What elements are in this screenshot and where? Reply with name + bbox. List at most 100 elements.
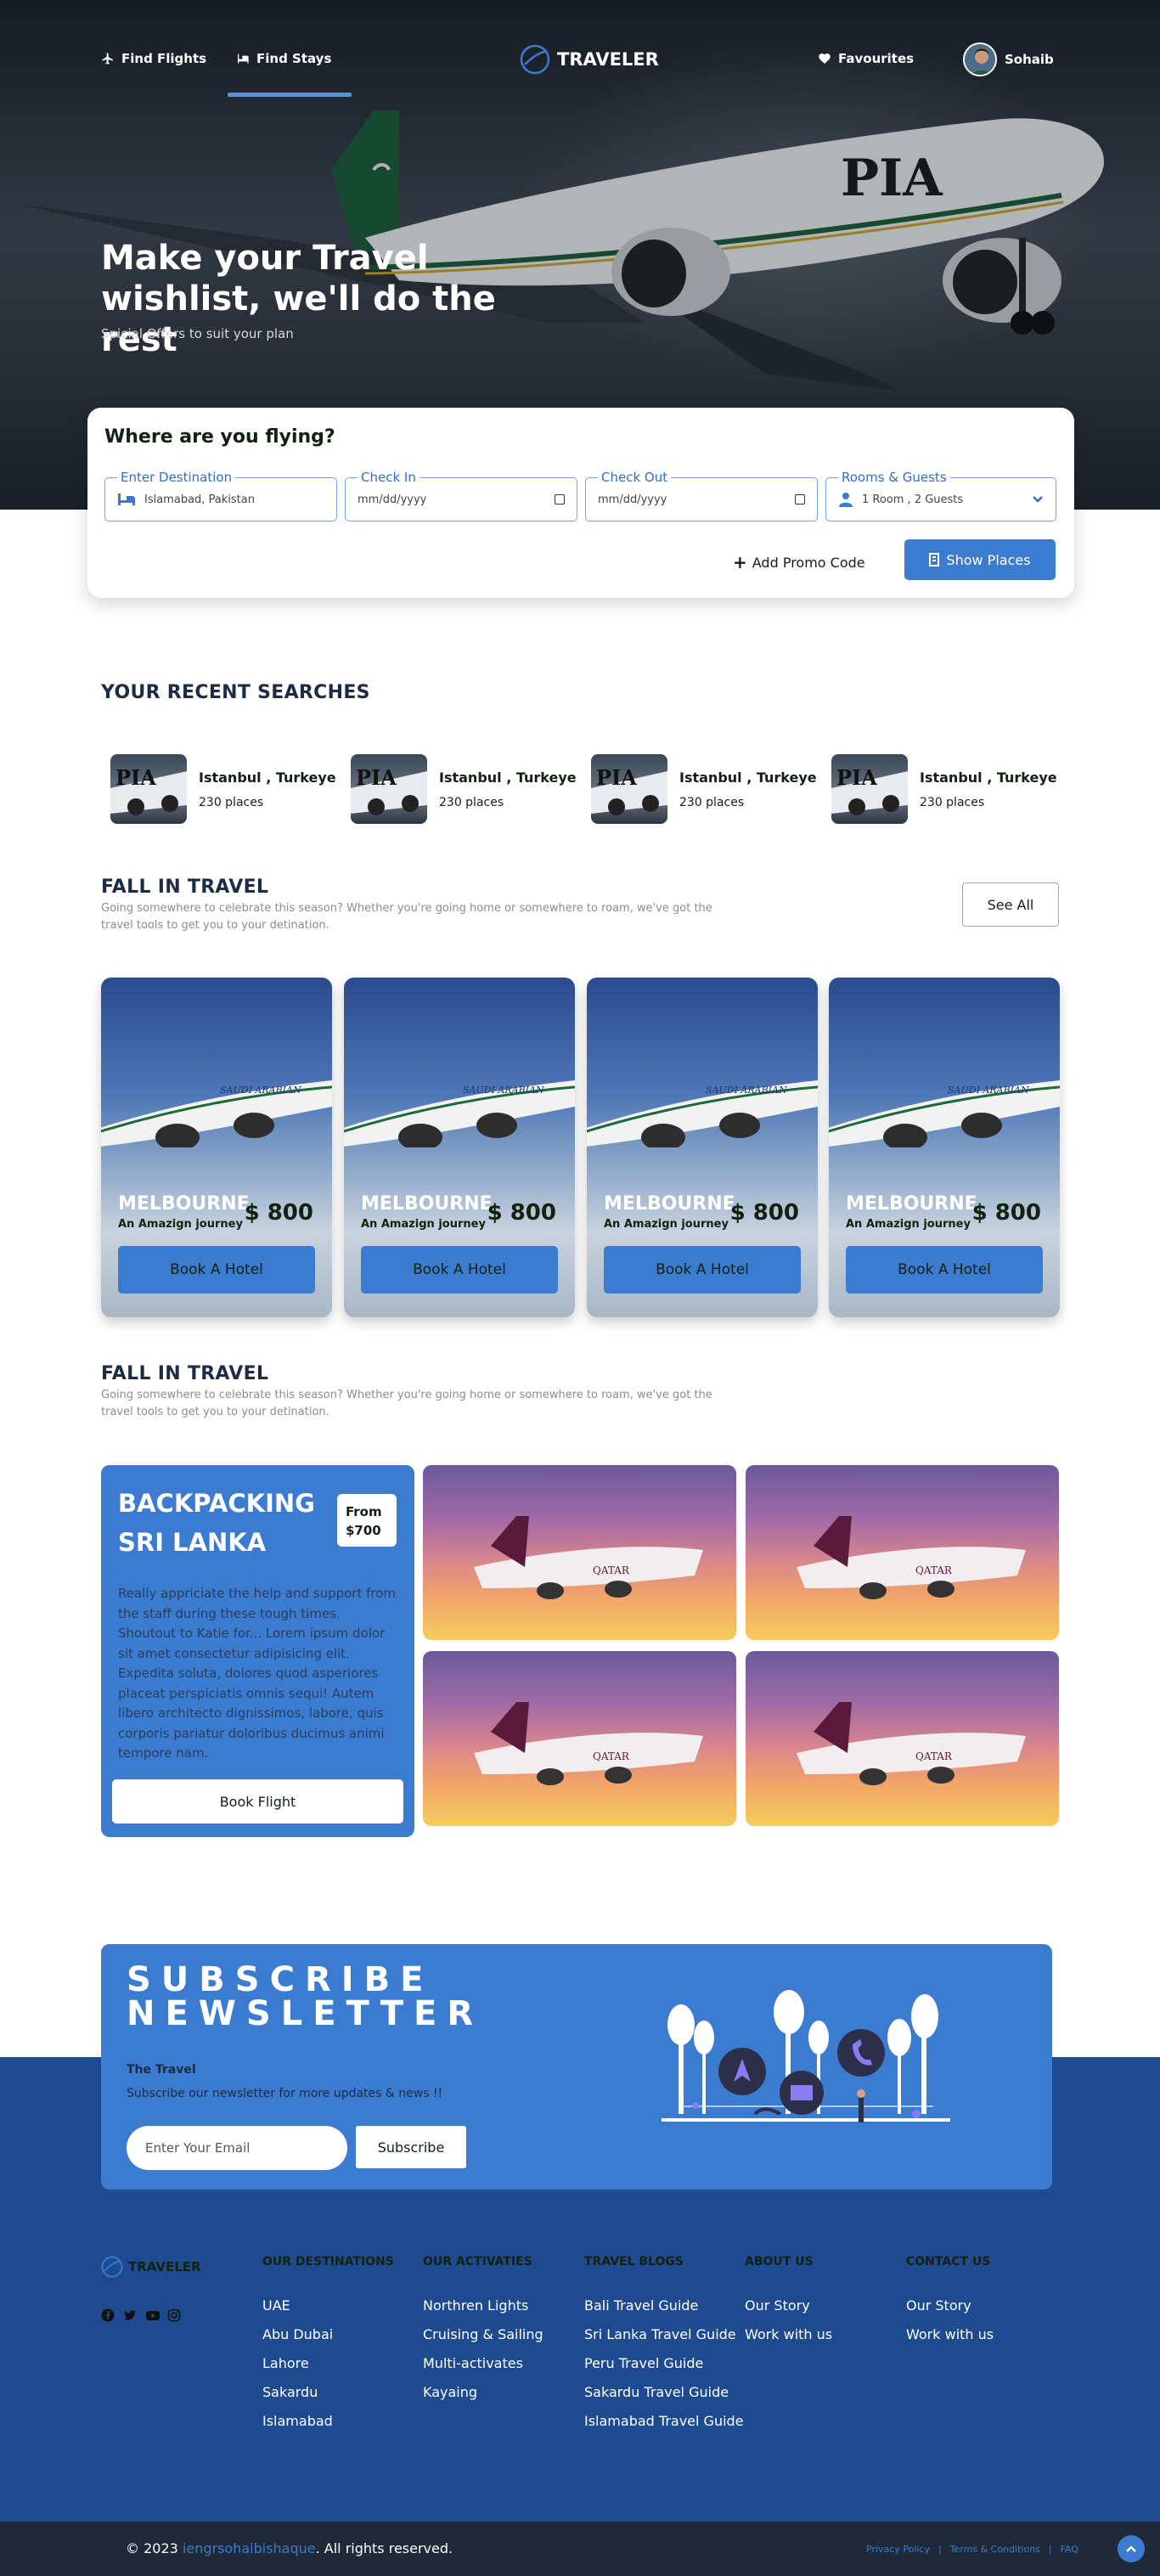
footer-link[interactable]: Peru Travel Guide	[584, 2355, 744, 2371]
price-value: $700	[346, 1523, 381, 1538]
svg-text:PIA: PIA	[356, 765, 397, 790]
gallery-image[interactable]: QATAR	[746, 1651, 1059, 1826]
gallery-image[interactable]: QATAR	[423, 1651, 736, 1826]
footer-link[interactable]: Northren Lights	[423, 2297, 543, 2314]
plane-icon	[102, 53, 113, 65]
destination-city: MELBOURNE	[604, 1193, 735, 1215]
checkout-label: Check Out	[598, 470, 672, 485]
recent-search-item[interactable]: PIA Istanbul , Turkeye 230 places	[110, 754, 336, 824]
add-promo-code-label: Add Promo Code	[752, 554, 865, 571]
destination-subtitle: An Amazign journey	[361, 1218, 486, 1231]
footer-column-activities: OUR ACTIVATIES Northren Lights Cruising …	[423, 2255, 543, 2413]
author-link[interactable]: iengrsohaibishaque	[183, 2540, 316, 2556]
plus-icon: +	[733, 552, 747, 572]
svg-text:SAUDI ARABIAN: SAUDI ARABIAN	[948, 1085, 1029, 1096]
newsletter-email-input[interactable]: Enter Your Email	[127, 2126, 347, 2170]
destination-subtitle: An Amazign journey	[846, 1218, 971, 1231]
brand-logo[interactable]: TRAVELER	[520, 44, 659, 75]
book-hotel-button[interactable]: Book A Hotel	[846, 1246, 1043, 1294]
youtube-icon[interactable]	[145, 2308, 160, 2322]
privacy-policy-link[interactable]: Privacy Policy	[866, 2544, 930, 2555]
qatar-plane-photo: QATAR	[797, 1516, 1026, 1599]
bottom-bar: © 2023 iengrsohaibishaque. All rights re…	[0, 2522, 1160, 2576]
nav-find-flights[interactable]: Find Flights	[101, 51, 206, 66]
footer-link[interactable]: Work with us	[745, 2326, 832, 2342]
subscribe-button[interactable]: Subscribe	[356, 2126, 466, 2168]
show-places-button[interactable]: Show Places	[904, 539, 1056, 580]
footer-link[interactable]: Sri Lanka Travel Guide	[584, 2326, 744, 2342]
checkout-field[interactable]: Check Out mm/dd/yyyy	[585, 470, 818, 521]
gallery-image[interactable]: QATAR	[423, 1465, 736, 1640]
recent-search-places: 230 places	[439, 795, 504, 809]
book-hotel-button[interactable]: Book A Hotel	[604, 1246, 801, 1294]
user-avatar[interactable]	[963, 42, 997, 76]
search-title: Where are you flying?	[104, 426, 335, 448]
book-hotel-button[interactable]: Book A Hotel	[118, 1246, 315, 1294]
destination-card[interactable]: SAUDI ARABIAN MELBOURNE An Amazign journ…	[587, 978, 818, 1317]
faq-link[interactable]: FAQ	[1061, 2544, 1078, 2555]
terms-link[interactable]: Terms & Conditions	[950, 2544, 1040, 2555]
nav-find-stays-label: Find Stays	[256, 51, 332, 66]
hero-title: Make your Travel wishlist, we'll do the …	[101, 239, 496, 359]
nav-favourites[interactable]: Favourites	[818, 51, 914, 66]
nav-find-stays[interactable]: Find Stays	[236, 51, 331, 66]
see-all-button[interactable]: See All	[962, 882, 1059, 927]
book-hotel-button[interactable]: Book A Hotel	[361, 1246, 558, 1294]
gallery-image[interactable]: QATAR	[746, 1465, 1059, 1640]
brand-name: TRAVELER	[557, 49, 659, 70]
calendar-icon[interactable]	[795, 494, 805, 504]
recent-search-places: 230 places	[199, 795, 264, 809]
svg-text:SAUDI ARABIAN: SAUDI ARABIAN	[463, 1085, 544, 1096]
footer-link[interactable]: Sakardu Travel Guide	[584, 2384, 744, 2400]
nav-find-flights-label: Find Flights	[121, 51, 207, 66]
footer-link[interactable]: Cruising & Sailing	[423, 2326, 543, 2342]
footer-link[interactable]: UAE	[262, 2297, 394, 2314]
destination-field[interactable]: Enter Destination Islamabad, Pakistan	[104, 470, 337, 521]
svg-text:SAUDI ARABIAN: SAUDI ARABIAN	[220, 1085, 301, 1096]
recent-search-places: 230 places	[920, 795, 985, 809]
footer-logo[interactable]: TRAVELER	[101, 2256, 201, 2278]
svg-text:PIA: PIA	[115, 765, 156, 790]
footer-link[interactable]: Work with us	[906, 2326, 994, 2342]
destination-label: Enter Destination	[117, 470, 236, 485]
footer-link[interactable]: Sakardu	[262, 2384, 394, 2400]
footer-link[interactable]: Bali Travel Guide	[584, 2297, 744, 2314]
rooms-guests-field[interactable]: Rooms & Guests 1 Room , 2 Guests	[825, 470, 1056, 521]
destination-subtitle: An Amazign journey	[604, 1218, 729, 1231]
footer-link[interactable]: Islamabad Travel Guide	[584, 2413, 744, 2429]
plane-photo: PIA	[831, 765, 908, 815]
add-promo-code-button[interactable]: + Add Promo Code	[733, 552, 865, 572]
twitter-icon[interactable]	[123, 2308, 137, 2322]
scroll-to-top-button[interactable]	[1118, 2535, 1145, 2562]
recent-search-item[interactable]: PIA Istanbul , Turkeye 230 places	[591, 754, 817, 824]
instagram-icon[interactable]	[167, 2308, 181, 2322]
footer-link[interactable]: Multi-activates	[423, 2355, 543, 2371]
footer-link[interactable]: Our Story	[745, 2297, 832, 2314]
recent-search-item[interactable]: PIA Istanbul , Turkeye 230 places	[351, 754, 577, 824]
recent-search-name: Istanbul , Turkeye	[920, 769, 1057, 786]
footer-link[interactable]: Lahore	[262, 2355, 394, 2371]
calendar-icon[interactable]	[555, 494, 565, 504]
user-icon	[839, 493, 853, 507]
destination-card[interactable]: SAUDI ARABIAN MELBOURNE An Amazign journ…	[344, 978, 575, 1317]
facebook-icon[interactable]	[101, 2308, 115, 2322]
recent-search-item[interactable]: PIA Istanbul , Turkeye 230 places	[831, 754, 1057, 824]
rooms-guests-label: Rooms & Guests	[838, 470, 950, 485]
footer-link[interactable]: Our Story	[906, 2297, 994, 2314]
plane-photo: SAUDI ARABIAN	[344, 1080, 575, 1147]
destination-city: MELBOURNE	[118, 1193, 250, 1215]
newsletter-illustration	[662, 1990, 950, 2122]
checkin-field[interactable]: Check In mm/dd/yyyy	[345, 470, 577, 521]
newsletter-brand: The Travel	[127, 2063, 196, 2077]
user-name[interactable]: Sohaib	[1005, 52, 1054, 67]
destination-card[interactable]: SAUDI ARABIAN MELBOURNE An Amazign journ…	[829, 978, 1060, 1317]
social-links	[101, 2308, 181, 2322]
footer-link[interactable]: Kayaing	[423, 2384, 543, 2400]
copyright-suffix: . All rights reserved.	[315, 2540, 453, 2556]
separator: |	[938, 2544, 942, 2555]
footer-link[interactable]: Islamabad	[262, 2413, 394, 2429]
svg-text:QATAR: QATAR	[593, 1750, 630, 1762]
book-flight-button[interactable]: Book Flight	[112, 1779, 403, 1823]
footer-link[interactable]: Abu Dubai	[262, 2326, 394, 2342]
destination-card[interactable]: SAUDI ARABIAN MELBOURNE An Amazign journ…	[101, 978, 332, 1317]
